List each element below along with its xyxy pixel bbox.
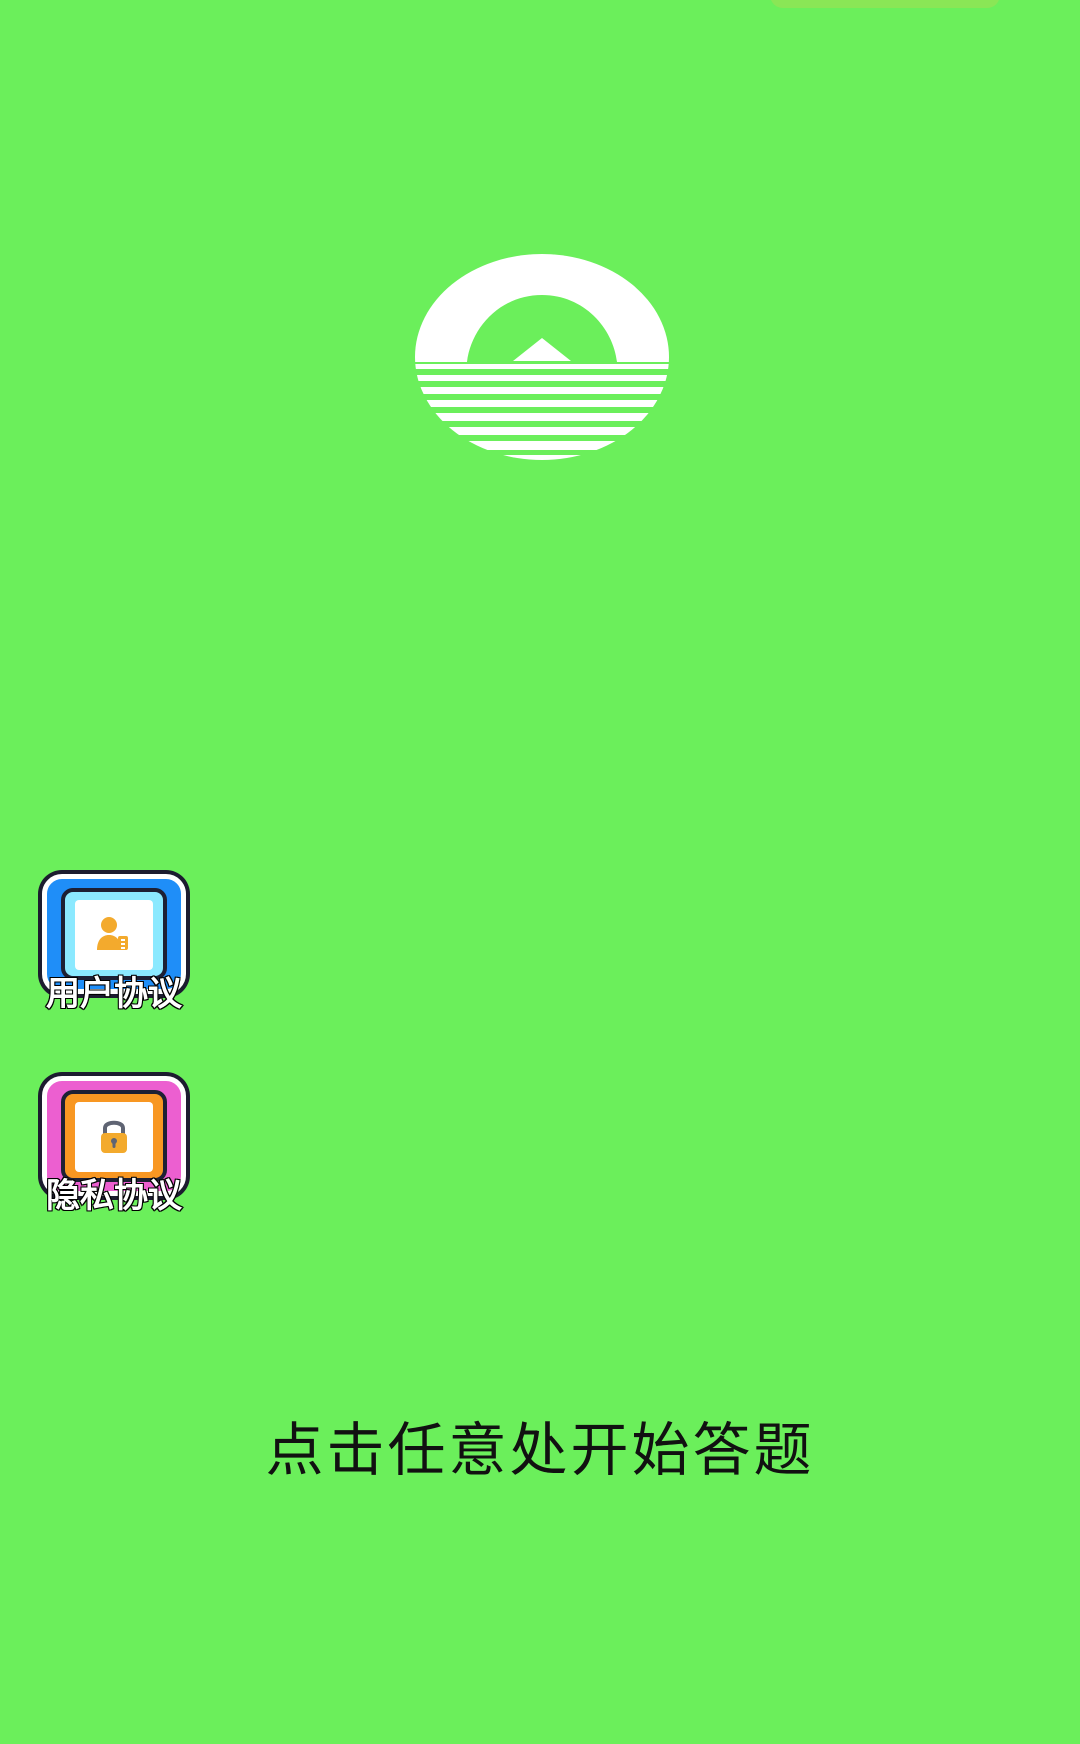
lock-icon xyxy=(101,1120,127,1153)
privacy-agreement-tile-core xyxy=(75,1102,153,1172)
start-screen[interactable]: 用户协议 隐私协议 点击任意处开始答题 xyxy=(0,0,1080,1744)
start-quiz-prompt: 点击任意处开始答题 xyxy=(265,1416,815,1484)
privacy-agreement-label: 隐私协议 xyxy=(45,1175,183,1217)
privacy-agreement-button[interactable]: 隐私协议 xyxy=(32,1074,196,1224)
privacy-agreement-tile-inner xyxy=(61,1090,167,1182)
sun-over-water-logo-icon xyxy=(414,254,670,460)
user-agreement-tile-core xyxy=(75,900,153,970)
user-agreement-tile-inner xyxy=(61,888,167,980)
top-indicator xyxy=(770,0,1000,8)
user-agreement-label: 用户协议 xyxy=(45,973,183,1015)
person-document-icon xyxy=(97,917,128,950)
user-agreement-button[interactable]: 用户协议 xyxy=(32,872,196,1022)
